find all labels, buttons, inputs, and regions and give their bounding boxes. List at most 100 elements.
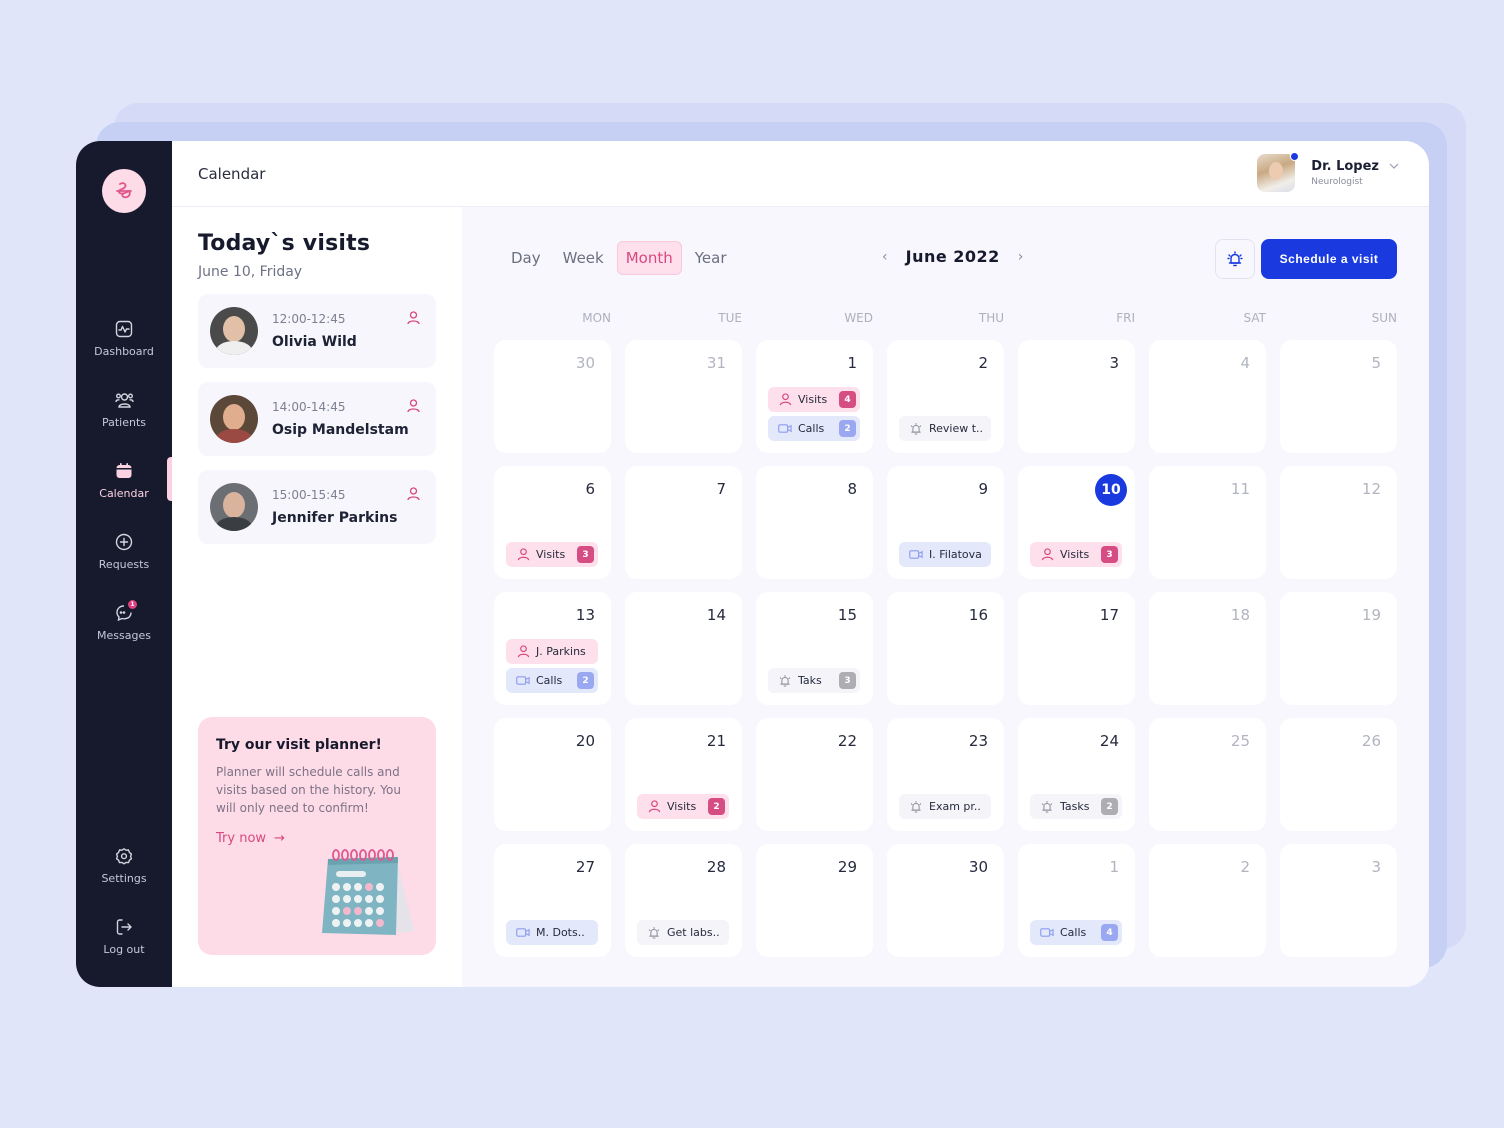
visit-event-chip[interactable]: Visits 2 xyxy=(637,794,729,819)
sidebar-item-dashboard[interactable]: Dashboard xyxy=(76,319,172,358)
call-event-chip[interactable]: I. Filatova xyxy=(899,542,991,567)
visit-event-chip[interactable]: Visits 3 xyxy=(1030,542,1122,567)
chevron-right-icon[interactable]: › xyxy=(1014,249,1028,265)
day-cell[interactable]: 22 xyxy=(756,718,873,831)
reminders-button[interactable] xyxy=(1215,239,1255,279)
day-cell[interactable]: 25 xyxy=(1149,718,1266,831)
day-cell[interactable]: 15 Taks 3 xyxy=(756,592,873,705)
profile-name: Dr. Lopez xyxy=(1311,159,1379,174)
online-status-dot xyxy=(1290,152,1300,161)
day-number: 29 xyxy=(837,858,857,876)
profile-menu[interactable]: Dr. Lopez Neurologist xyxy=(1257,152,1399,192)
day-number: 2 xyxy=(1240,858,1250,876)
day-cell[interactable]: 20 xyxy=(494,718,611,831)
task-event-chip[interactable]: Get labs.. xyxy=(637,920,729,945)
day-number: 30 xyxy=(968,858,988,876)
sidebar-item-logout[interactable]: Log out xyxy=(76,917,172,956)
task-event-chip[interactable]: Tasks 2 xyxy=(1030,794,1122,819)
schedule-visit-button[interactable]: Schedule a visit xyxy=(1261,239,1397,279)
try-now-link[interactable]: Try now → xyxy=(216,831,418,846)
visit-event-chip[interactable]: Visits 3 xyxy=(506,542,598,567)
avatar-head xyxy=(223,316,245,342)
visit-event-chip[interactable]: Visits 4 xyxy=(768,387,860,412)
task-event-chip[interactable]: Taks 3 xyxy=(768,668,860,693)
sidebar-item-patients[interactable]: Patients xyxy=(76,390,172,429)
day-cell[interactable]: 28 Get labs.. xyxy=(625,844,742,957)
promo-title: Try our visit planner! xyxy=(216,737,382,753)
avatar-body xyxy=(216,341,252,355)
event-label: Visits xyxy=(536,548,566,561)
view-switcher: Day Week Month Year xyxy=(502,241,740,275)
day-cell[interactable]: 6 Visits 3 xyxy=(494,466,611,579)
day-cell[interactable]: 1 Calls 4 xyxy=(1018,844,1135,957)
visit-card[interactable]: 14:00-14:45 Osip Mandelstam xyxy=(198,382,436,456)
day-cell[interactable]: 19 xyxy=(1280,592,1397,705)
day-cell[interactable]: 2 Review t.. xyxy=(887,340,1004,453)
user-icon xyxy=(407,486,420,505)
weekday-label: THU xyxy=(978,311,1004,325)
day-cell-today[interactable]: 10 Visits 3 xyxy=(1018,466,1135,579)
day-cell[interactable]: 30 xyxy=(887,844,1004,957)
day-cell[interactable]: 14 xyxy=(625,592,742,705)
app-logo[interactable] xyxy=(102,169,146,213)
day-cell[interactable]: 24 Tasks 2 xyxy=(1018,718,1135,831)
day-cell[interactable]: 12 xyxy=(1280,466,1397,579)
visit-card[interactable]: 15:00-15:45 Jennifer Parkins xyxy=(198,470,436,544)
weekday-label: FRI xyxy=(1116,311,1135,325)
visit-card[interactable]: 12:00-12:45 Olivia Wild xyxy=(198,294,436,368)
day-cell[interactable]: 13 J. Parkins Calls 2 xyxy=(494,592,611,705)
sidebar-item-calendar[interactable]: Calendar xyxy=(76,461,172,500)
day-cell[interactable]: 30 xyxy=(494,340,611,453)
day-cell[interactable]: 18 xyxy=(1149,592,1266,705)
visit-text: 15:00-15:45 Jennifer Parkins xyxy=(272,488,397,526)
visit-event-chip[interactable]: J. Parkins xyxy=(506,639,598,664)
call-event-chip[interactable]: Calls 2 xyxy=(768,416,860,441)
day-number: 16 xyxy=(968,606,988,624)
day-cell[interactable]: 26 xyxy=(1280,718,1397,831)
day-cell[interactable]: 21 Visits 2 xyxy=(625,718,742,831)
day-cell[interactable]: 23 Exam pr.. xyxy=(887,718,1004,831)
event-count-badge: 4 xyxy=(1101,924,1118,941)
task-event-chip[interactable]: Review t.. xyxy=(899,416,991,441)
day-cell[interactable]: 1 Visits 4 Calls 2 xyxy=(756,340,873,453)
day-number: 1 xyxy=(1109,858,1119,876)
day-number: 10 xyxy=(1095,474,1127,506)
day-cell[interactable]: 5 xyxy=(1280,340,1397,453)
sidebar: Dashboard Patients Calendar Requests 1 M… xyxy=(76,141,172,987)
day-cell[interactable]: 9 I. Filatova xyxy=(887,466,1004,579)
day-cell[interactable]: 8 xyxy=(756,466,873,579)
day-number: 4 xyxy=(1240,354,1250,372)
patient-name: Jennifer Parkins xyxy=(272,510,398,526)
tab-week[interactable]: Week xyxy=(554,241,613,275)
call-event-chip[interactable]: Calls 4 xyxy=(1030,920,1122,945)
event-label: Visits xyxy=(1060,548,1090,561)
day-cell[interactable]: 3 xyxy=(1018,340,1135,453)
avatar-head xyxy=(223,404,245,430)
day-events: I. Filatova xyxy=(899,542,992,567)
day-cell[interactable]: 11 xyxy=(1149,466,1266,579)
day-number: 31 xyxy=(706,354,726,372)
day-cell[interactable]: 29 xyxy=(756,844,873,957)
tab-day[interactable]: Day xyxy=(502,241,550,275)
day-events: Get labs.. xyxy=(637,920,730,945)
task-event-chip[interactable]: Exam pr.. xyxy=(899,794,991,819)
day-cell[interactable]: 7 xyxy=(625,466,742,579)
sidebar-item-requests[interactable]: Requests xyxy=(76,532,172,571)
day-cell[interactable]: 3 xyxy=(1280,844,1397,957)
tab-year[interactable]: Year xyxy=(686,241,736,275)
event-label: Get labs.. xyxy=(667,926,720,939)
sidebar-item-messages[interactable]: 1 Messages xyxy=(76,600,172,642)
sidebar-item-settings[interactable]: Settings xyxy=(76,846,172,885)
day-cell[interactable]: 2 xyxy=(1149,844,1266,957)
tab-month[interactable]: Month xyxy=(616,241,682,275)
day-cell[interactable]: 4 xyxy=(1149,340,1266,453)
day-cell[interactable]: 31 xyxy=(625,340,742,453)
profile-info: Dr. Lopez Neurologist xyxy=(1311,159,1379,187)
chevron-left-icon[interactable]: ‹ xyxy=(878,249,892,265)
call-event-chip[interactable]: M. Dots.. xyxy=(506,920,598,945)
day-number: 25 xyxy=(1230,732,1250,750)
day-cell[interactable]: 16 xyxy=(887,592,1004,705)
call-event-chip[interactable]: Calls 2 xyxy=(506,668,598,693)
day-cell[interactable]: 27 M. Dots.. xyxy=(494,844,611,957)
day-cell[interactable]: 17 xyxy=(1018,592,1135,705)
